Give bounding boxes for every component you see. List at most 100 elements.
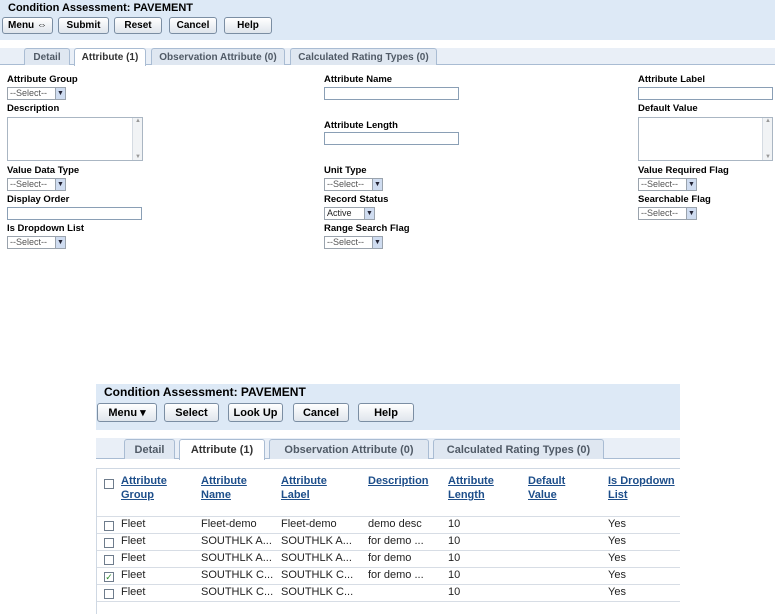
tab-observation-attribute[interactable]: Observation Attribute (0): [151, 48, 285, 65]
col-header-attribute-name[interactable]: Attribute Name: [201, 474, 247, 502]
dropdown-arrow-icon: ▼: [686, 179, 696, 190]
col-header-attribute-length[interactable]: Attribute Length: [448, 474, 494, 502]
row-checkbox[interactable]: [104, 538, 114, 548]
col-header-attribute-label[interactable]: Attribute Label: [281, 474, 327, 502]
default-value-textarea[interactable]: ▲ ▼: [638, 117, 773, 161]
attribute-name-input[interactable]: [324, 87, 459, 100]
unit-type-select[interactable]: --Select-- ▼: [324, 178, 383, 191]
cell-length: 10: [448, 518, 461, 530]
scroll-up-icon[interactable]: ▲: [763, 118, 773, 124]
cell-group: Fleet: [121, 569, 146, 581]
lookup-tab-observation-attribute[interactable]: Observation Attribute (0): [269, 439, 429, 459]
dropdown-arrow-icon: ▼: [55, 88, 65, 99]
is-dropdown-list-select[interactable]: --Select-- ▼: [7, 236, 66, 249]
row-checkbox[interactable]: [104, 589, 114, 599]
value-required-flag-label: Value Required Flag: [638, 165, 729, 176]
attribute-name-label: Attribute Name: [324, 74, 393, 85]
menu-button[interactable]: Menu ⇔: [2, 17, 53, 34]
tab-detail[interactable]: Detail: [24, 48, 70, 65]
cell-name: SOUTHLK C...: [201, 569, 274, 581]
value-data-type-value: --Select--: [10, 179, 48, 189]
lookup-tab-calculated-rating-types[interactable]: Calculated Rating Types (0): [433, 439, 604, 459]
lookup-menu-button[interactable]: Menu ▾: [97, 403, 157, 422]
attribute-length-input[interactable]: [324, 132, 459, 145]
display-order-label: Display Order: [7, 194, 70, 205]
scroll-down-icon[interactable]: ▼: [133, 154, 143, 160]
value-required-flag-select[interactable]: --Select-- ▼: [638, 178, 697, 191]
help-button[interactable]: Help: [224, 17, 272, 34]
dropdown-arrow-icon: ▼: [372, 237, 382, 248]
row-checkbox-checked[interactable]: ✓: [104, 572, 114, 582]
searchable-flag-label: Searchable Flag: [638, 194, 711, 205]
cell-dropdown: Yes: [608, 518, 626, 530]
display-order-input[interactable]: [7, 207, 142, 220]
cell-name: SOUTHLK A...: [201, 552, 272, 564]
lookup-title: Condition Assessment: PAVEMENT: [104, 385, 306, 399]
cell-dropdown: Yes: [608, 586, 626, 598]
col-header-is-dropdown-list[interactable]: Is Dropdown List: [608, 474, 675, 502]
tab-attribute[interactable]: Attribute (1): [74, 48, 146, 66]
cell-name: SOUTHLK C...: [201, 586, 274, 598]
row-checkbox[interactable]: [104, 521, 114, 531]
range-search-flag-label: Range Search Flag: [324, 223, 410, 234]
cell-length: 10: [448, 586, 461, 598]
cell-dropdown: Yes: [608, 535, 626, 547]
col-header-attribute-group[interactable]: Attribute Group: [121, 474, 167, 502]
col-header-description[interactable]: Description: [368, 474, 429, 488]
dropdown-arrow-icon: ▼: [372, 179, 382, 190]
attribute-label-input[interactable]: [638, 87, 773, 100]
scroll-up-icon[interactable]: ▲: [133, 118, 143, 124]
select-button[interactable]: Select: [164, 403, 219, 422]
default-value-label: Default Value: [638, 103, 698, 114]
cell-group: Fleet: [121, 518, 146, 530]
cell-name: Fleet-demo: [201, 518, 257, 530]
cell-description: for demo: [368, 552, 412, 564]
cell-dropdown: Yes: [608, 552, 626, 564]
attribute-group-value: --Select--: [10, 88, 48, 98]
attribute-group-label: Attribute Group: [7, 74, 78, 85]
lookup-cancel-button[interactable]: Cancel: [293, 403, 349, 422]
reset-button[interactable]: Reset: [114, 17, 162, 34]
dropdown-arrow-icon: ▼: [686, 208, 696, 219]
lookup-tab-attribute[interactable]: Attribute (1): [179, 439, 265, 460]
row-divider: [97, 584, 680, 585]
searchable-flag-select[interactable]: --Select-- ▼: [638, 207, 697, 220]
description-textarea[interactable]: ▲ ▼: [7, 117, 143, 161]
value-data-type-label: Value Data Type: [7, 165, 80, 176]
attribute-group-select[interactable]: --Select-- ▼: [7, 87, 66, 100]
row-divider: [97, 533, 680, 534]
lookup-help-button[interactable]: Help: [358, 403, 414, 422]
row-checkbox[interactable]: [104, 555, 114, 565]
cell-group: Fleet: [121, 586, 146, 598]
is-dropdown-list-value: --Select--: [10, 237, 48, 247]
scrollbar[interactable]: ▲ ▼: [132, 118, 142, 160]
submit-button[interactable]: Submit: [58, 17, 109, 34]
cell-description: for demo ...: [368, 535, 424, 547]
unit-type-label: Unit Type: [324, 165, 367, 176]
cell-label: SOUTHLK C...: [281, 569, 354, 581]
lookup-button[interactable]: Look Up: [228, 403, 283, 422]
select-all-checkbox[interactable]: [104, 479, 114, 489]
cell-label: SOUTHLK A...: [281, 535, 352, 547]
cell-group: Fleet: [121, 552, 146, 564]
scrollbar[interactable]: ▲ ▼: [762, 118, 772, 160]
cell-description: for demo ...: [368, 569, 424, 581]
tab-calculated-rating-types[interactable]: Calculated Rating Types (0): [290, 48, 437, 65]
is-dropdown-list-label: Is Dropdown List: [7, 223, 85, 234]
record-status-select[interactable]: Active ▼: [324, 207, 375, 220]
cell-label: Fleet-demo: [281, 518, 337, 530]
value-data-type-select[interactable]: --Select-- ▼: [7, 178, 66, 191]
cell-group: Fleet: [121, 535, 146, 547]
range-search-flag-select[interactable]: --Select-- ▼: [324, 236, 383, 249]
range-search-flag-value: --Select--: [327, 237, 365, 247]
cell-length: 10: [448, 535, 461, 547]
record-status-value: Active: [327, 208, 352, 218]
cell-length: 10: [448, 552, 461, 564]
cancel-button[interactable]: Cancel: [169, 17, 217, 34]
attribute-length-label: Attribute Length: [324, 120, 398, 131]
lookup-tab-detail[interactable]: Detail: [124, 439, 175, 459]
col-header-default-value[interactable]: Default Value: [528, 474, 565, 502]
attribute-label-label: Attribute Label: [638, 74, 706, 85]
scroll-down-icon[interactable]: ▼: [763, 154, 773, 160]
dropdown-arrow-icon: ▼: [55, 179, 65, 190]
